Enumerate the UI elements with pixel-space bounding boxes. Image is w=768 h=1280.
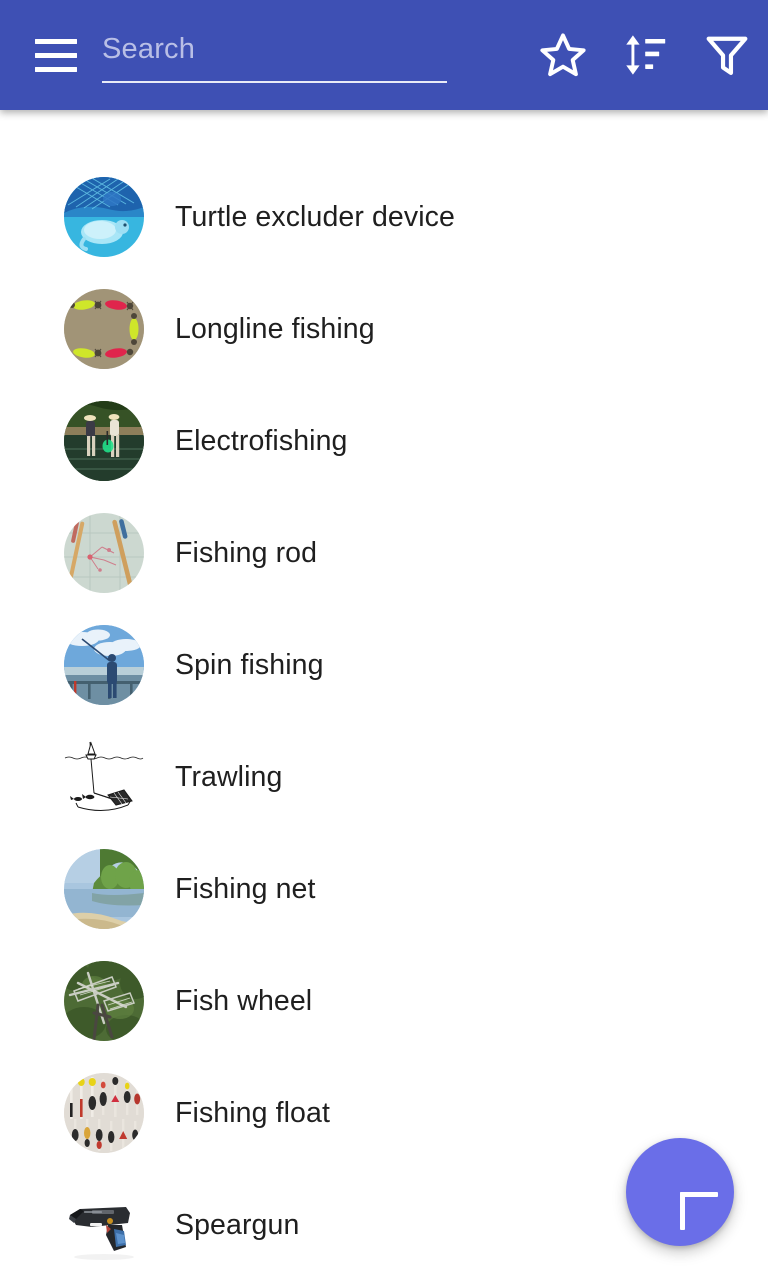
list-item-label: Electrofishing [175,424,348,457]
hamburger-bar [35,52,77,58]
list-item[interactable]: Fishing rod [0,497,768,609]
hamburger-bar [35,38,77,44]
list-item[interactable]: Fish wheel [0,945,768,1057]
list-item-label: Trawling [175,760,283,793]
fishing-float-thumbnail [64,1073,144,1153]
list-item-label: Speargun [175,1208,300,1241]
sort-button[interactable] [604,14,686,96]
star-icon [538,30,588,80]
list-item[interactable]: Electrofishing [0,385,768,497]
hamburger-bar [35,66,77,72]
spin-fishing-thumbnail [64,625,144,705]
search-field [102,19,447,91]
list-item-label: Fish wheel [175,984,313,1017]
toolbar-actions [522,0,768,110]
fishing-rod-thumbnail [64,513,144,593]
list-item-label: Fishing float [175,1096,330,1129]
list-item[interactable]: Spin fishing [0,609,768,721]
list-item-label: Turtle excluder device [175,200,455,233]
search-underline [102,81,447,83]
list-item[interactable]: Turtle excluder device [0,161,768,273]
filter-button[interactable] [686,14,768,96]
add-button[interactable] [626,1138,734,1246]
list-item-label: Longline fishing [175,312,375,345]
app-toolbar [0,0,768,110]
list-item-label: Fishing rod [175,536,318,569]
fish-wheel-thumbnail [64,961,144,1041]
turtle-excluder-device-thumbnail [64,177,144,257]
trawling-thumbnail [64,737,144,817]
app-root: Turtle excluder device Longline fishing El… [0,0,768,1280]
list-item[interactable]: Longline fishing [0,273,768,385]
article-list[interactable]: Turtle excluder device Longline fishing El… [0,110,768,1280]
search-input[interactable] [102,25,447,73]
fishing-net-thumbnail [64,849,144,929]
sort-icon [620,30,670,80]
favorites-button[interactable] [522,14,604,96]
list-item[interactable]: Trawling [0,721,768,833]
longline-fishing-thumbnail [64,289,144,369]
electrofishing-thumbnail [64,401,144,481]
hamburger-menu-icon[interactable] [20,19,92,91]
list-item[interactable]: Fishing net [0,833,768,945]
filter-icon [702,30,752,80]
list-item-label: Spin fishing [175,648,324,681]
speargun-thumbnail [64,1185,144,1265]
list-item-label: Fishing net [175,872,316,905]
